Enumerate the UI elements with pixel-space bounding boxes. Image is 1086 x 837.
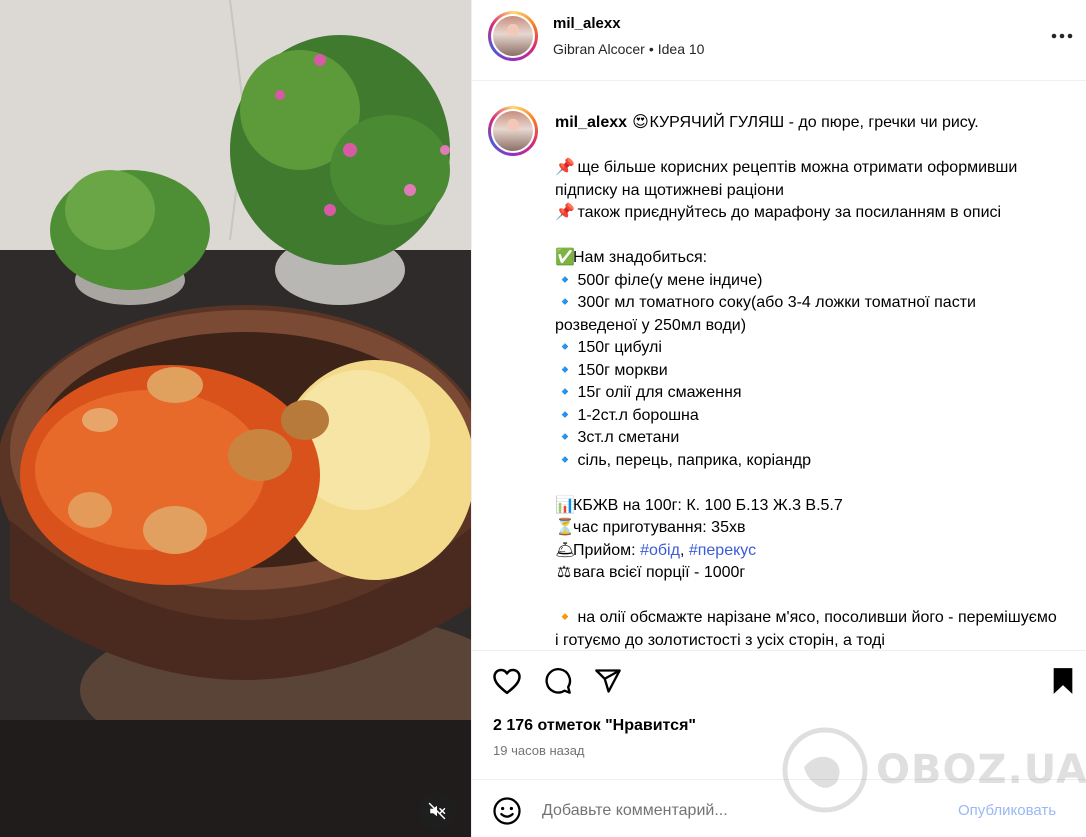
food-photo xyxy=(0,0,471,837)
pin-icon: 📌 xyxy=(555,159,575,176)
paper-plane-icon xyxy=(595,669,621,693)
cook-time-text: час приготування: 35хв xyxy=(573,519,746,536)
step-text: на олії обсмажте нарізане м'ясо, посолив… xyxy=(555,609,1057,649)
nutrition-text: КБЖВ на 100г: К. 100 Б.13 Ж.3 В.5.7 xyxy=(573,496,843,514)
caption-line-text: ще більше корисних рецептів можна отрима… xyxy=(555,159,1018,199)
comment-bar: Опубликовать xyxy=(472,779,1086,837)
caption-username[interactable]: mil_alexx xyxy=(555,114,627,131)
ingredient-text: сіль, перець, паприка, коріандр xyxy=(577,451,812,469)
ingredient-item: 🔹 1-2ст.л борошна xyxy=(555,405,1060,428)
author-avatar[interactable] xyxy=(488,11,538,61)
caption-title: КУРЯЧИЙ ГУЛЯШ - до пюре, гречки чи рису. xyxy=(649,114,979,131)
ingredient-text: 1-2ст.л борошна xyxy=(577,406,699,424)
audio-title[interactable]: Idea 10 xyxy=(658,41,705,57)
likes-count[interactable]: 2 176 отметок "Нравится" xyxy=(493,717,696,735)
ingredient-item: 🔹 150г цибулі xyxy=(555,337,1060,360)
audio-info[interactable]: Gibran Alcocer • Idea 10 xyxy=(553,41,704,57)
audio-artist[interactable]: Gibran Alcocer xyxy=(553,41,645,57)
tag-separator: , xyxy=(679,541,689,559)
ingredient-item: 🔹 150г моркви xyxy=(555,360,1060,383)
smiley-icon xyxy=(493,797,521,825)
scales-icon: ⚖ xyxy=(556,564,572,581)
heart-eyes-icon: 😍 xyxy=(632,114,649,131)
ingredients-title-line: ✅Нам знадобиться: xyxy=(555,247,1060,270)
weight-text: вага всієї порції - 1000г xyxy=(573,564,746,581)
cloche-icon: 🛎 xyxy=(555,541,576,559)
ingredient-text: 150г цибулі xyxy=(577,339,662,356)
red-diamond-icon: 🔸 xyxy=(555,609,575,626)
post-media[interactable] xyxy=(0,0,471,837)
hourglass-icon: ⏳ xyxy=(555,519,575,536)
hashtag-link[interactable]: #обід xyxy=(640,542,680,559)
heart-icon xyxy=(493,668,521,695)
comment-input[interactable] xyxy=(542,798,942,824)
blue-diamond-icon: 🔹 xyxy=(555,384,575,401)
meal-label: Прийом: xyxy=(573,541,636,559)
caption-line: 📌 також приєднуйтесь до марафону за поси… xyxy=(555,202,1060,225)
like-button[interactable] xyxy=(491,665,523,697)
caption-line-text: також приєднуйтесь до марафону за посила… xyxy=(577,204,1002,221)
blue-diamond-icon: 🔹 xyxy=(555,294,575,311)
blue-diamond-icon: 🔹 xyxy=(555,361,575,379)
emoji-button[interactable] xyxy=(492,796,522,826)
share-button[interactable] xyxy=(592,665,624,697)
comment-bubble-icon xyxy=(545,668,572,694)
ingredient-text: 300г мл томатного соку(або 3-4 ложки том… xyxy=(555,294,976,334)
ingredient-text: 3ст.л сметани xyxy=(577,429,680,446)
caption-title-line: mil_alexx 😍КУРЯЧИЙ ГУЛЯШ - до пюре, греч… xyxy=(555,112,1060,135)
post-header: mil_alexx Gibran Alcocer • Idea 10 xyxy=(472,0,1086,81)
meal-line: 🛎Прийом: #обід, #перекус xyxy=(555,540,1060,563)
ingredient-item: 🔹 15г олії для смаження xyxy=(555,382,1060,405)
cook-time-line: ⏳час приготування: 35хв xyxy=(555,517,1060,540)
ingredient-item: 🔹 3ст.л сметани xyxy=(555,427,1060,450)
weight-line: ⚖ вага всієї порції - 1000г xyxy=(555,562,1060,585)
mute-button[interactable] xyxy=(418,792,456,830)
post-sidebar: mil_alexx Gibran Alcocer • Idea 10 mil_ale… xyxy=(471,0,1086,837)
blue-diamond-icon: 🔹 xyxy=(555,339,575,356)
ingredient-item: 🔹 сіль, перець, паприка, коріандр xyxy=(555,450,1060,473)
blue-diamond-icon: 🔹 xyxy=(555,406,575,424)
blue-diamond-icon: 🔹 xyxy=(555,451,575,469)
author-username[interactable]: mil_alexx xyxy=(553,15,621,32)
caption-area: mil_alexx 😍КУРЯЧИЙ ГУЛЯШ - до пюре, греч… xyxy=(472,82,1086,650)
blue-diamond-icon: 🔹 xyxy=(555,271,575,289)
ingredient-text: 15г олії для смаження xyxy=(577,384,742,401)
ingredient-text: 500г філе(у мене індиче) xyxy=(577,271,763,289)
comment-button[interactable] xyxy=(542,665,574,697)
more-horizontal-icon xyxy=(1051,33,1073,39)
pin-icon: 📌 xyxy=(555,204,575,221)
ingredient-item: 🔹 300г мл томатного соку(або 3-4 ложки т… xyxy=(555,292,1060,337)
ingredients-title: Нам знадобиться: xyxy=(573,249,708,266)
check-box-icon: ✅ xyxy=(555,249,575,266)
ingredient-item: 🔹 500г філе(у мене індиче) xyxy=(555,270,1060,293)
post-timestamp[interactable]: 19 часов назад xyxy=(493,743,585,758)
publish-button[interactable]: Опубликовать xyxy=(958,802,1056,819)
blue-diamond-icon: 🔹 xyxy=(555,429,575,446)
step-line: 🔸 на олії обсмажте нарізане м'ясо, посол… xyxy=(555,607,1060,650)
hashtag-link[interactable]: #перекус xyxy=(689,542,756,559)
separator-dot: • xyxy=(648,41,654,57)
action-bar xyxy=(472,650,1086,706)
more-options-button[interactable] xyxy=(1049,24,1075,48)
bar-chart-icon: 📊 xyxy=(555,496,575,514)
speaker-muted-icon xyxy=(428,802,446,820)
save-button[interactable] xyxy=(1047,665,1079,697)
caption-line: 📌 ще більше корисних рецептів можна отри… xyxy=(555,157,1060,202)
avatar-image xyxy=(493,111,533,151)
post-caption: mil_alexx 😍КУРЯЧИЙ ГУЛЯШ - до пюре, греч… xyxy=(555,112,1060,650)
caption-avatar[interactable] xyxy=(488,106,538,156)
ingredient-text: 150г моркви xyxy=(577,361,668,379)
avatar-image xyxy=(493,16,533,56)
bookmark-icon xyxy=(1053,668,1073,694)
nutrition-line: 📊КБЖВ на 100г: К. 100 Б.13 Ж.3 В.5.7 xyxy=(555,495,1060,518)
